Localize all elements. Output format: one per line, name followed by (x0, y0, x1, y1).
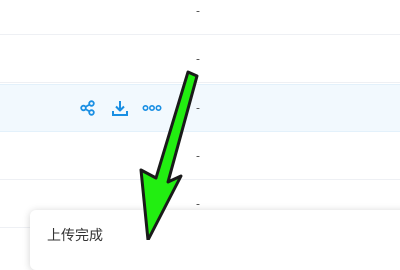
download-icon (112, 101, 128, 116)
download-button[interactable] (110, 98, 130, 118)
file-row[interactable]: - (0, 84, 400, 132)
share-button[interactable] (78, 98, 98, 118)
file-row[interactable]: - (0, 132, 400, 180)
upload-complete-toast[interactable]: 上传完成 (30, 210, 400, 270)
share-icon (80, 100, 95, 116)
more-button[interactable] (142, 98, 162, 118)
file-size: - (196, 197, 200, 210)
file-size: - (196, 101, 200, 115)
more-icon (142, 105, 162, 112)
file-size: - (196, 52, 200, 65)
file-size: - (196, 4, 200, 17)
row-actions (78, 98, 162, 118)
file-row[interactable]: - (0, 35, 400, 83)
toast-title: 上传完成 (47, 228, 103, 244)
file-row[interactable]: - (0, 0, 400, 35)
file-list: - - - - - (0, 0, 400, 240)
file-size: - (196, 149, 200, 162)
